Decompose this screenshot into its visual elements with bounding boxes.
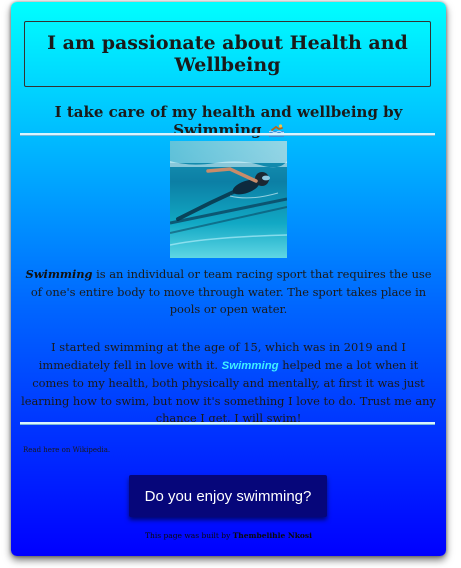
footer-credit: This page was built by Thembelihle Nkosi — [11, 531, 446, 540]
intro-paragraph: Swimming is an individual or team racing… — [19, 266, 438, 319]
page-title: I am passionate about Health and Wellbei… — [47, 32, 408, 76]
title-box: I am passionate about Health and Wellbei… — [24, 21, 431, 87]
footer-prefix: This page was built by — [144, 531, 233, 540]
swimming-highlight: Swimming — [25, 267, 93, 281]
divider-top — [20, 133, 435, 135]
page-card: I am passionate about Health and Wellbei… — [11, 2, 446, 556]
swimming-highlight-link: Swimming — [221, 359, 279, 372]
swimmer-photo — [170, 141, 287, 258]
story-paragraph: I started swimming at the age of 15, whi… — [19, 339, 438, 428]
footer-author: Thembelihle Nkosi — [232, 531, 312, 540]
divider-bottom — [20, 422, 435, 424]
enjoy-swimming-button[interactable]: Do you enjoy swimming? — [129, 475, 327, 517]
wikipedia-link[interactable]: Read here on Wikipedia. — [23, 446, 110, 454]
